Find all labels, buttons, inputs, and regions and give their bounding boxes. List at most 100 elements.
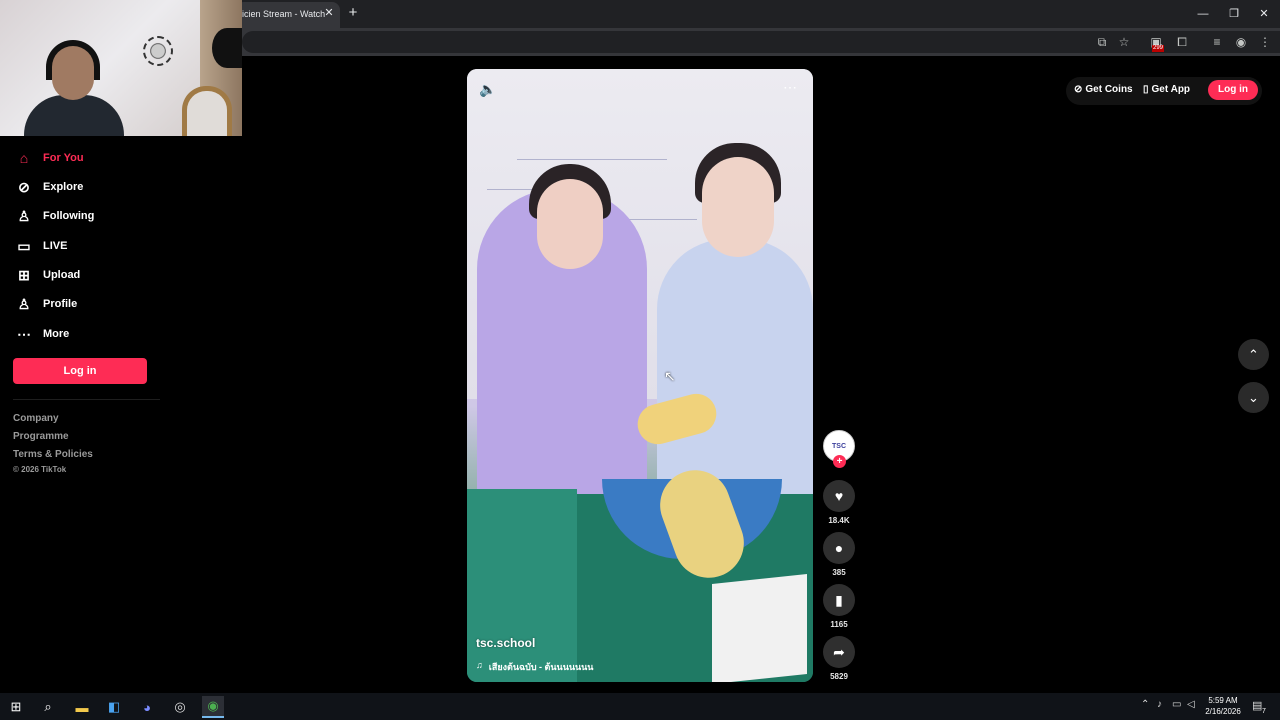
- notification-count: 7: [1262, 708, 1266, 715]
- upload-icon: ⊞: [18, 266, 30, 283]
- comment-icon: ●: [834, 540, 844, 556]
- profile-avatar-icon[interactable]: ◉: [1233, 34, 1249, 50]
- sidebar-item-more[interactable]: ⋯ More: [15, 323, 165, 345]
- compass-icon: ⊘: [18, 178, 30, 195]
- bookmark-icon: ▮: [835, 591, 843, 608]
- video-board-line: [517, 159, 667, 160]
- sidebar-item-live[interactable]: ▭ LIVE: [15, 235, 165, 257]
- previous-video-button[interactable]: ⌃: [1238, 339, 1269, 370]
- share-button[interactable]: ➦: [823, 636, 855, 668]
- sidebar-item-explore[interactable]: ⊘ Explore: [15, 176, 165, 198]
- bookmark-star-icon[interactable]: ☆: [1116, 34, 1132, 50]
- sidebar-item-label: Profile: [43, 298, 78, 310]
- like-button[interactable]: ♥: [823, 480, 855, 512]
- like-count: 18.4K: [828, 516, 850, 525]
- webcam-wall-decor: [143, 36, 173, 66]
- sidebar-item-for-you[interactable]: ⌂ For You: [15, 147, 165, 169]
- chevron-down-icon: ⌄: [1248, 389, 1259, 405]
- video-author[interactable]: tsc.school: [476, 636, 535, 650]
- profile-icon: ♙: [17, 295, 31, 312]
- tab-close-icon[interactable]: ✕: [322, 6, 336, 20]
- coin-icon: ⊘: [1074, 84, 1083, 95]
- volume-icon[interactable]: 🔈: [479, 81, 496, 98]
- sidebar-login-button[interactable]: Log in: [13, 358, 147, 384]
- webcam-headphones: [46, 40, 100, 80]
- music-note-icon: ♫: [476, 660, 483, 670]
- store-icon[interactable]: ◧: [103, 696, 125, 718]
- footer-link-company[interactable]: Company: [13, 413, 59, 424]
- chevron-up-icon: ⌃: [1248, 346, 1259, 362]
- live-icon: ▭: [17, 237, 31, 254]
- webcam-mirror: [182, 86, 232, 136]
- new-tab-button[interactable]: +: [345, 5, 361, 21]
- get-app-link[interactable]: ▯ Get App: [1143, 84, 1190, 95]
- mouse-cursor-icon: ↖: [664, 368, 676, 384]
- start-button-icon[interactable]: ⊞: [5, 696, 27, 718]
- header-login-button[interactable]: Log in: [1208, 80, 1258, 100]
- footer-link-programme[interactable]: Programme: [13, 431, 69, 442]
- minimize-button[interactable]: —: [1188, 4, 1218, 24]
- notification-icon[interactable]: ▤: [1252, 699, 1262, 712]
- sidebar-divider: [13, 399, 160, 400]
- next-video-button[interactable]: ⌄: [1238, 382, 1269, 413]
- webcam-person-body: [24, 95, 124, 136]
- music-title: เสียงต้นฉบับ - ต้นนนนนนน: [488, 662, 594, 672]
- sidebar-item-label: For You: [43, 152, 84, 164]
- sidebar-item-label: LIVE: [43, 240, 68, 252]
- volume-tray-icon[interactable]: ◁: [1187, 699, 1195, 710]
- clock-date: 2/16/2026: [1205, 707, 1241, 716]
- windows-taskbar: [0, 693, 1280, 720]
- sidebar-item-profile[interactable]: ♙ Profile: [15, 293, 165, 315]
- video-person-right-face: [702, 157, 774, 257]
- webcam-shadow: [212, 28, 242, 68]
- video-person-left-face: [537, 179, 603, 269]
- file-explorer-icon[interactable]: ▬: [71, 696, 93, 718]
- video-more-options-icon[interactable]: ⋯: [783, 79, 797, 96]
- follow-plus-icon[interactable]: +: [833, 455, 846, 468]
- video-cloth: [467, 489, 577, 682]
- tray-overflow-icon[interactable]: ⌃: [1141, 699, 1149, 710]
- microphone-icon[interactable]: ♪: [1157, 699, 1162, 710]
- share-icon: ➦: [833, 643, 845, 660]
- tab-title: icien Stream - Watch: [242, 9, 326, 19]
- chrome-taskbar-icon[interactable]: ◉: [202, 696, 224, 718]
- sidebar-item-following[interactable]: ♙ Following: [15, 205, 165, 227]
- video-player[interactable]: 🔈 ⋯: [467, 69, 813, 682]
- taskbar-clock[interactable]: 5:59 AM 2/16/2026: [1198, 695, 1248, 717]
- avatar-text: TSC: [832, 442, 846, 450]
- sidebar-item-label: More: [43, 328, 70, 340]
- install-app-icon[interactable]: ⧉: [1094, 34, 1110, 50]
- footer-link-terms[interactable]: Terms & Policies: [13, 449, 93, 460]
- copyright-text: © 2026 TikTok: [13, 465, 67, 474]
- extension-badge: 299: [1152, 45, 1165, 52]
- restore-button[interactable]: ❐: [1219, 4, 1249, 24]
- discord-icon[interactable]: ◕: [136, 696, 158, 718]
- sidebar-item-label: Explore: [43, 181, 84, 193]
- sidebar-item-upload[interactable]: ⊞ Upload: [15, 264, 165, 286]
- video-music[interactable]: ♫ เสียงต้นฉบับ - ต้นนนนนนน: [476, 660, 593, 674]
- network-icon[interactable]: ▭: [1172, 699, 1181, 710]
- clock-time: 5:59 AM: [1208, 696, 1238, 705]
- get-coins-label: Get Coins: [1085, 84, 1133, 95]
- close-window-button[interactable]: ✕: [1249, 4, 1279, 24]
- puzzle-icon[interactable]: ⧠: [1174, 34, 1190, 50]
- save-button[interactable]: ▮: [823, 584, 855, 616]
- home-icon: ⌂: [19, 150, 29, 166]
- sidebar-item-label: Following: [43, 210, 95, 222]
- phone-icon: ▯: [1143, 84, 1149, 95]
- search-icon[interactable]: ⌕: [37, 696, 59, 718]
- sidebar-item-label: Upload: [43, 269, 81, 281]
- obs-icon[interactable]: ◎: [169, 696, 191, 718]
- more-icon: ⋯: [17, 325, 31, 342]
- comment-count: 385: [832, 568, 846, 577]
- share-count: 5829: [830, 672, 848, 681]
- browser-menu-icon[interactable]: ⋮: [1257, 34, 1273, 50]
- webcam-overlay: [0, 0, 242, 136]
- comment-button[interactable]: ●: [823, 532, 855, 564]
- get-app-label: Get App: [1151, 84, 1191, 95]
- video-model-board: [712, 574, 807, 682]
- get-coins-link[interactable]: ⊘ Get Coins: [1074, 84, 1133, 95]
- video-person-right: [657, 239, 813, 509]
- heart-icon: ♥: [834, 488, 844, 504]
- media-control-icon[interactable]: ≡: [1209, 34, 1225, 50]
